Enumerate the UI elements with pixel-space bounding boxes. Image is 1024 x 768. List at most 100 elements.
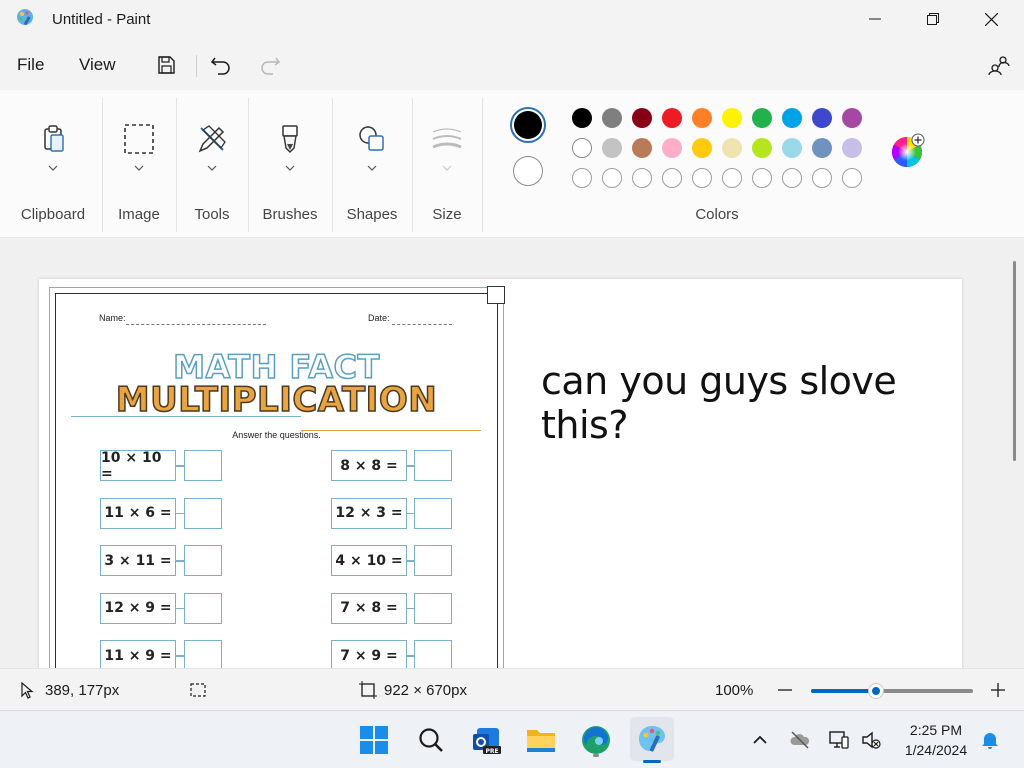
save-button[interactable] (153, 52, 179, 78)
ribbon-toolbar: Clipboard Image Tools Brushes Shapes Siz… (0, 90, 1024, 238)
equation-box: 12 × 3 = (331, 497, 407, 529)
ribbon-divider (412, 98, 413, 232)
minimize-button[interactable] (846, 0, 904, 38)
custom-color-slot[interactable] (602, 168, 622, 188)
redo-button[interactable] (257, 52, 283, 78)
palette-color-swatch[interactable] (752, 138, 772, 158)
palette-color-swatch[interactable] (662, 138, 682, 158)
network-display-icon[interactable] (828, 729, 850, 751)
custom-color-slot[interactable] (632, 168, 652, 188)
clipboard-group[interactable]: Clipboard (10, 90, 96, 238)
palette-color-swatch[interactable] (842, 138, 862, 158)
equation-box: 12 × 9 = (100, 592, 176, 624)
answer-box (414, 497, 452, 529)
canvas-size: 922 × 670px (384, 682, 467, 699)
primary-color-selector[interactable] (510, 107, 546, 143)
vertical-scrollbar[interactable] (1013, 261, 1016, 461)
taskbar-app-edge[interactable] (577, 721, 615, 759)
brushes-group[interactable]: Brushes (250, 90, 330, 238)
restore-icon (927, 13, 939, 25)
selection-resize-handle[interactable] (487, 286, 505, 304)
colors-label: Colors (695, 206, 739, 223)
zoom-in-button[interactable] (989, 681, 1007, 699)
undo-button[interactable] (208, 52, 234, 78)
image-group[interactable]: Image (104, 90, 174, 238)
palette-color-swatch[interactable] (782, 138, 802, 158)
menu-divider (196, 55, 197, 77)
worksheet-instruction: Answer the questions. (232, 430, 321, 440)
custom-color-slot[interactable] (842, 168, 862, 188)
equation-box: 3 × 11 = (100, 545, 176, 576)
taskbar-app-outlook-preview[interactable]: PRE (468, 721, 506, 759)
restore-button[interactable] (904, 0, 962, 38)
custom-color-slot[interactable] (692, 168, 712, 188)
window-title: Untitled - Paint (52, 11, 151, 28)
custom-color-slot[interactable] (812, 168, 832, 188)
tools-group[interactable]: Tools (178, 90, 246, 238)
palette-color-swatch[interactable] (812, 138, 832, 158)
palette-color-swatch[interactable] (842, 108, 862, 128)
close-button[interactable] (962, 0, 1020, 38)
edge-browser-icon (582, 726, 610, 754)
canvas-size-icon (359, 681, 377, 699)
edit-colors-button[interactable] (890, 133, 926, 169)
palette-color-swatch[interactable] (572, 108, 592, 128)
svg-text:PRE: PRE (485, 748, 498, 755)
windows-taskbar: PRE 2:25 PM 1/24/2024 (0, 710, 1024, 768)
color-wheel-icon (891, 133, 925, 167)
taskbar-app-paint[interactable] (630, 717, 674, 763)
custom-color-slot[interactable] (722, 168, 742, 188)
taskbar-app-file-explorer[interactable] (522, 721, 560, 759)
size-group[interactable]: Size (414, 90, 480, 238)
show-hidden-icons-chevron-up-icon[interactable] (749, 729, 771, 751)
select-rectangle-icon (124, 124, 154, 154)
taskbar-clock[interactable]: 2:25 PM 1/24/2024 (896, 720, 976, 760)
volume-muted-icon[interactable] (860, 729, 882, 751)
zoom-slider-thumb[interactable] (868, 684, 883, 698)
palette-color-swatch[interactable] (812, 108, 832, 128)
notification-bell-icon[interactable] (979, 729, 1001, 751)
canvas-workspace[interactable]: Name: Date: MATH FACT MULTIPLICATION Ans… (0, 239, 1024, 668)
brushes-label: Brushes (262, 206, 318, 223)
shapes-group[interactable]: Shapes (334, 90, 410, 238)
view-menu[interactable]: View (79, 55, 116, 75)
account-button[interactable] (986, 52, 1012, 78)
palette-color-swatch[interactable] (722, 108, 742, 128)
palette-color-swatch[interactable] (662, 108, 682, 128)
palette-color-swatch[interactable] (602, 138, 622, 158)
palette-color-swatch[interactable] (572, 138, 592, 158)
file-menu[interactable]: File (17, 55, 44, 75)
name-line (126, 324, 266, 325)
secondary-color-swatch[interactable] (513, 156, 543, 186)
palette-color-swatch[interactable] (782, 108, 802, 128)
ribbon-divider (248, 98, 249, 232)
start-button[interactable] (355, 721, 393, 759)
palette-color-swatch[interactable] (752, 108, 772, 128)
custom-color-slot[interactable] (782, 168, 802, 188)
worksheet-title-line2: MULTIPLICATION (115, 379, 438, 421)
pasted-worksheet-image[interactable]: Name: Date: MATH FACT MULTIPLICATION Ans… (49, 287, 504, 668)
palette-color-swatch[interactable] (602, 108, 622, 128)
palette-color-swatch[interactable] (692, 138, 712, 158)
zoom-level: 100% (715, 682, 754, 699)
search-button[interactable] (412, 721, 450, 759)
answer-box (414, 592, 452, 624)
equation-box: 10 × 10 = (100, 450, 176, 482)
equation-connector (176, 560, 184, 562)
custom-color-slot[interactable] (662, 168, 682, 188)
palette-color-swatch[interactable] (632, 108, 652, 128)
custom-color-slot[interactable] (752, 168, 772, 188)
palette-color-swatch[interactable] (692, 108, 712, 128)
zoom-out-button[interactable] (776, 681, 794, 699)
palette-color-swatch[interactable] (632, 138, 652, 158)
onedrive-cloud-icon[interactable] (789, 729, 811, 751)
zoom-slider[interactable] (811, 689, 973, 693)
answer-box (414, 640, 452, 668)
worksheet-date-label: Date: (368, 313, 390, 323)
drawing-canvas[interactable]: Name: Date: MATH FACT MULTIPLICATION Ans… (39, 279, 962, 668)
palette-color-swatch[interactable] (722, 138, 742, 158)
ribbon-divider (102, 98, 103, 232)
custom-color-slot[interactable] (572, 168, 592, 188)
clipboard-icon (44, 125, 64, 152)
folder-icon (527, 730, 555, 752)
